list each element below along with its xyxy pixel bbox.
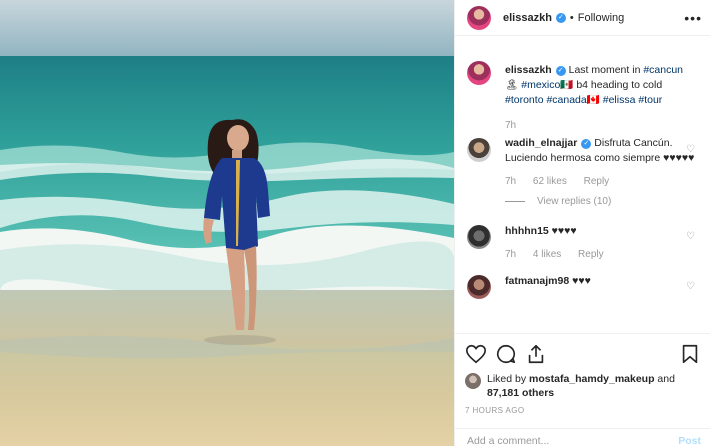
comment-text: hhhhn15 ♥♥♥♥	[505, 224, 695, 239]
commenter-avatar[interactable]	[467, 275, 491, 299]
likes-summary: Liked by mostafa_hamdy_makeup and 87,181…	[465, 372, 701, 400]
comment-likes[interactable]: 62 likes	[533, 176, 567, 187]
hashtag-link[interactable]: #mexico🇲🇽	[521, 79, 573, 91]
liker-username[interactable]: mostafa_hamdy_makeup	[529, 373, 654, 385]
commenter-username[interactable]: hhhhn15	[505, 225, 549, 237]
caption-part: Last moment in	[565, 64, 644, 76]
comments-list[interactable]: elissazkh ✓ Last moment in #cancun 🏝 #mex…	[455, 37, 710, 333]
commenter-username[interactable]: fatmanajm98	[505, 275, 569, 287]
beach-photo	[0, 0, 454, 446]
verified-icon: ✓	[581, 139, 592, 149]
comment-item: fatmanajm98 ♥♥♥ ♡	[467, 275, 699, 299]
separator-dot: •	[569, 11, 574, 24]
commenter-username[interactable]: wadih_elnajjar	[505, 137, 577, 149]
hashtag-link[interactable]: #tour	[638, 94, 662, 106]
bookmark-icon[interactable]	[679, 343, 701, 365]
post-photo[interactable]	[0, 0, 454, 446]
view-replies-button[interactable]: View replies (10)	[505, 194, 695, 209]
comment-input[interactable]	[467, 435, 679, 446]
comment-text: wadih_elnajjar ✓ Disfruta Cancún. Luciend…	[505, 136, 695, 166]
liker-avatar[interactable]	[465, 373, 481, 389]
hashtag-link[interactable]: #canada🇨🇦	[546, 94, 599, 106]
caption-avatar[interactable]	[467, 61, 491, 85]
comment-like-heart-icon[interactable]: ♡	[686, 231, 695, 242]
replies-line	[505, 201, 525, 202]
verified-icon: ✓	[555, 66, 566, 76]
caption-text: elissazkh ✓ Last moment in #cancun 🏝 #mex…	[505, 63, 695, 108]
comment-time[interactable]: 7h	[505, 249, 516, 260]
liked-by-label: Liked by	[487, 373, 527, 385]
comment-like-heart-icon[interactable]: ♡	[686, 281, 695, 292]
reply-button[interactable]: Reply	[584, 176, 610, 187]
caption-time[interactable]: 7h	[505, 120, 516, 131]
commenter-avatar[interactable]	[467, 138, 491, 162]
more-options-icon[interactable]: •••	[684, 10, 702, 26]
verified-icon: ✓	[555, 12, 566, 23]
action-icons	[465, 340, 701, 368]
comment-time[interactable]: 7h	[505, 176, 516, 187]
caption-username[interactable]: elissazkh	[505, 64, 552, 76]
comment-item: wadih_elnajjar ✓ Disfruta Cancún. Luciend…	[467, 136, 699, 209]
caption: elissazkh ✓ Last moment in #cancun 🏝 #mex…	[467, 61, 699, 132]
author-avatar[interactable]	[467, 5, 491, 30]
hashtag-link[interactable]: #toronto	[505, 94, 544, 106]
post-side-panel: elissazkh ✓ • Following ••• elissazkh ✓ L…	[454, 0, 710, 446]
view-replies-label: View replies (10)	[537, 196, 612, 207]
author-username[interactable]: elissazkh	[503, 12, 552, 24]
post-timestamp[interactable]: 7 HOURS AGO	[465, 406, 701, 415]
caption-meta: 7h	[505, 120, 695, 132]
post-header: elissazkh ✓ • Following •••	[455, 0, 710, 36]
comment-item: hhhhn15 ♥♥♥♥ 7h 4 likes Reply ♡	[467, 225, 699, 261]
hashtag-link[interactable]: #elissa	[603, 94, 636, 106]
comment-icon[interactable]	[495, 343, 517, 365]
comment-text: fatmanajm98 ♥♥♥	[505, 274, 695, 289]
commenter-avatar[interactable]	[467, 225, 491, 249]
comment-likes[interactable]: 4 likes	[533, 249, 561, 260]
comment-like-heart-icon[interactable]: ♡	[686, 144, 695, 155]
likes-and: and	[657, 373, 675, 385]
post-comment-button[interactable]: Post	[678, 435, 701, 446]
comment-meta: 7h 62 likes Reply	[505, 176, 695, 188]
comment-meta: 7h 4 likes Reply	[505, 249, 695, 261]
likes-count[interactable]: 87,181 others	[487, 387, 554, 399]
reply-button[interactable]: Reply	[578, 249, 604, 260]
following-button[interactable]: Following	[578, 12, 624, 24]
caption-part: 🏝	[505, 79, 522, 91]
comment-body: ♥♥♥♥	[551, 225, 577, 237]
comment-body: ♥♥♥	[572, 275, 591, 287]
add-comment-bar: Post	[455, 428, 710, 446]
post-actions: Liked by mostafa_hamdy_makeup and 87,181…	[455, 333, 710, 415]
share-icon[interactable]	[525, 343, 547, 365]
hashtag-link[interactable]: #cancun	[643, 64, 683, 76]
caption-part: b4 heading to cold	[573, 79, 663, 91]
heart-icon[interactable]	[465, 343, 487, 365]
